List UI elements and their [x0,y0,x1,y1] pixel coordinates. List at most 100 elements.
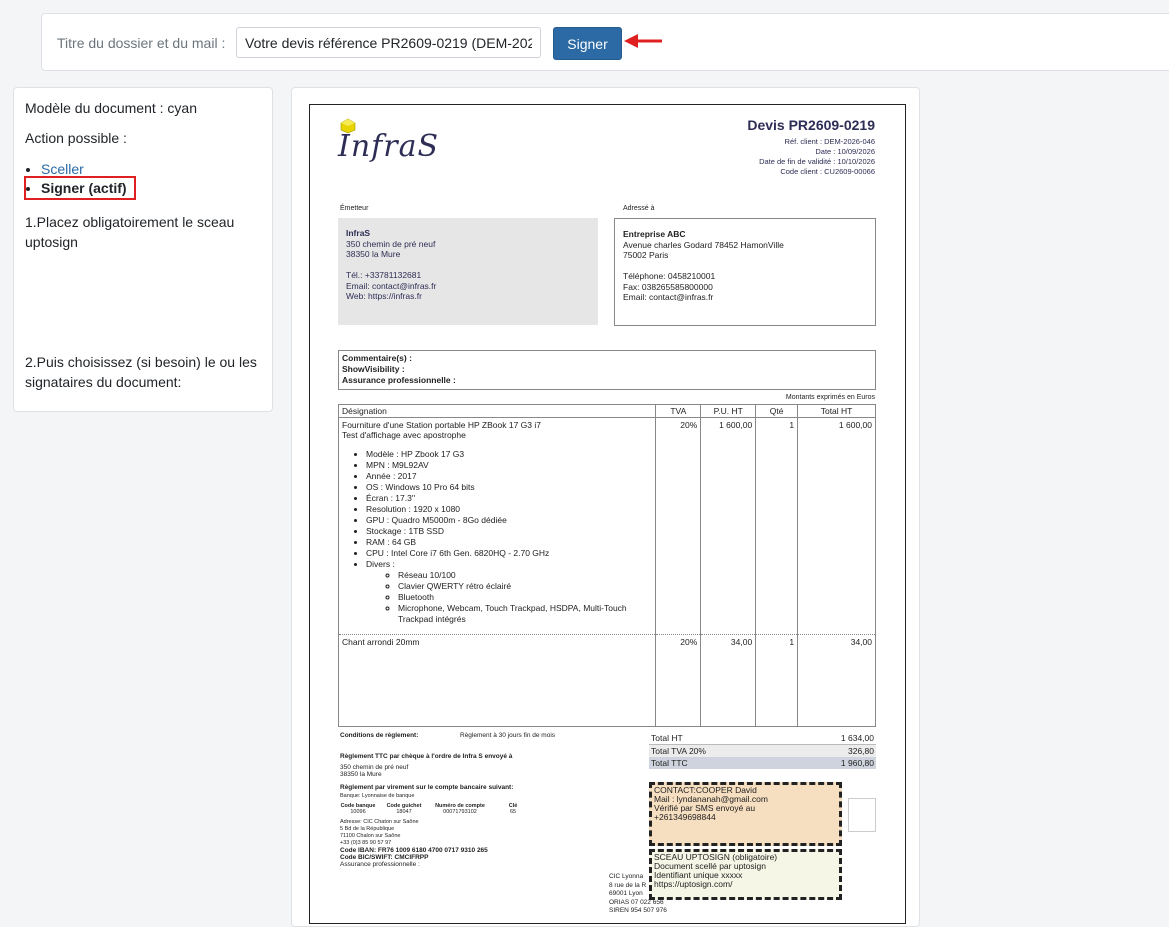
spec-divers: Divers : [366,559,395,569]
table-row: Fourniture d'une Station portable HP ZBo… [337,417,876,635]
action-label: Action possible : [25,130,127,146]
item1-unit-price: 1 600,00 [700,417,757,635]
recipient-label: Adressé à [623,205,655,212]
bank-address-line: 71100 Chalon sur Saône [340,833,401,839]
spec-item: CPU : Intel Core i7 6th Gen. 6820HQ - 2.… [366,548,652,559]
emitter-box: InfraS 350 chemin de pré neuf 38350 la M… [338,218,598,325]
spec-item: Année : 2017 [366,471,652,482]
emitter-line: Tél.: +33781132681 [346,270,422,280]
spec-list: Modèle : HP Zbook 17 G3 MPN : M9L92AV An… [342,449,652,625]
red-arrow-annotation-icon [624,34,662,48]
recipient-line: 75002 Paris [623,250,669,260]
recipient-name: Entreprise ABC [623,229,686,239]
total-row: Total HT 1 634,00 [649,732,876,745]
uptosign-seal-block[interactable]: SCEAU UPTOSIGN (obligatoire) Document sc… [649,849,842,900]
item1-tva: 20% [655,417,702,635]
step2-instruction: 2.Puis choisissez (si besoin) le ou les … [25,354,257,390]
recipient-line: Avenue charles Godard 78452 HamonVille [623,239,784,250]
total-value: 326,80 [848,746,874,756]
comment-line: Assurance professionnelle : [342,375,456,385]
cheque-instruction: Règlement TTC par chèque à l'ordre de In… [340,753,513,760]
action-panel: Modèle du document : cyan Action possibl… [13,87,273,412]
item2-qty: 1 [755,634,799,727]
recipient-line: Téléphone: 0458210001 [623,271,716,281]
bank-val: 18047 [396,809,412,815]
document-page[interactable]: InfraS Devis PR2609-0219 Réf. client : D… [309,104,906,924]
iban: Code IBAN: FR76 1009 6180 4700 0717 9310… [340,847,488,854]
quote-title: Devis PR2609-0219 [747,117,875,133]
bank-val: 00071793102 [443,809,477,815]
document-preview-panel: InfraS Devis PR2609-0219 Réf. client : D… [291,87,920,927]
table-row: Chant arrondi 20mm 20% 34,00 1 34,00 [337,634,876,727]
payment-block: Conditions de règlement: Règlement à 30 … [340,732,640,868]
title-label: Titre du dossier et du mail : [57,35,226,51]
item1-qty: 1 [755,417,799,635]
divers-list: Réseau 10/100 Clavier QWERTY rétro éclai… [366,570,652,625]
bank-address: Adresse: CIC Chaton sur Saône 5 Bd de la… [340,819,640,847]
validity-date: Date de fin de validité : 10/10/2026 [759,157,875,166]
item-title: Fourniture d'une Station portable HP ZBo… [342,420,541,430]
seal-link[interactable]: Sceller [41,161,84,177]
spec-item: OS : Windows 10 Pro 64 bits [366,482,652,493]
divers-item: Microphone, Webcam, Touch Trackpad, HSDP… [398,603,652,625]
total-label: Total TVA 20% [651,746,706,756]
col-header: P.U. HT [700,404,757,418]
highlight-box-annotation [24,176,136,200]
bank-val: 65 [509,809,517,815]
divers-item: Bluetooth [398,592,652,603]
bank-table: Code banque 10096 Code guichet 18047 Numér… [340,803,640,815]
bank-address-line: Adresse: CIC Chaton sur Saône [340,819,419,825]
recipient-line: Email: contact@infras.fr [623,292,714,302]
emitter-name: InfraS [346,228,371,238]
amounts-note: Montants exprimés en Euros [785,394,875,401]
item2-tva: 20% [655,634,702,727]
recipient-line: Fax: 038265585800000 [623,281,713,292]
transfer-instruction: Règlement par virement sur le compte ban… [340,784,514,791]
cheque-address: 38350 la Mure [340,771,382,778]
bank-address-line: 5 Bd de la République [340,826,395,832]
item1-description: Fourniture d'une Station portable HP ZBo… [337,417,657,635]
spec-item: RAM : 64 GB [366,537,652,548]
payment-conditions-label: Conditions de règlement: [340,732,419,739]
comments-box: Commentaire(s) : ShowVisibility : Assura… [338,350,876,390]
bank-name: Banque: Lyonnaise de banque [340,793,415,799]
step1-instruction: 1.Placez obligatoirement le sceau uptosi… [25,214,235,250]
signature-area-box [848,798,876,832]
item2-unit-price: 34,00 [700,634,757,727]
signer-contact-block[interactable]: CONTACT:COOPER David Mail : lyndananah@g… [649,782,842,846]
recipient-box: Entreprise ABC Avenue charles Godard 784… [614,218,876,326]
client-code: Code client : CU2609-00066 [780,167,875,176]
title-toolbar: Titre du dossier et du mail : Signer [41,13,1169,71]
divers-item: Clavier QWERTY rétro éclairé [398,581,652,592]
cheque-address: 350 chemin de pré neuf [340,764,409,771]
emitter-label: Émetteur [340,205,369,212]
emitter-line: Email: contact@infras.fr [346,280,437,291]
totals-table: Total HT 1 634,00 Total TVA 20% 326,80 Tot… [649,732,876,769]
total-label: Total HT [651,733,683,743]
comment-line: Commentaire(s) : [342,353,412,363]
total-value: 1 960,80 [840,758,874,768]
company-logo: InfraS [338,129,440,164]
quote-date: Date : 10/09/2026 [815,147,875,156]
bank-address-line: +33 (0)3 85 90 57 97 [340,840,392,846]
document-model: Modèle du document : cyan [25,100,197,116]
bank-val: 10096 [350,809,366,815]
folder-title-input[interactable] [236,27,541,58]
item-subtitle: Test d'affichage avec apostrophe [342,430,466,440]
total-value: 1 634,00 [840,733,874,743]
footer-line: SIREN 954 507 976 [609,907,667,914]
seal-url: https://uptosign.com/ [654,879,733,889]
col-header: Total HT [797,404,876,418]
comment-line: ShowVisibility : [342,364,405,374]
emitter-line: 38350 la Mure [346,249,401,259]
signer-phone: +261349698844 [654,812,716,822]
col-header: Désignation [337,404,657,418]
spec-item: Stockage : 1TB SSD [366,526,652,537]
total-row: Total TVA 20% 326,80 [649,744,876,757]
spec-item: Resolution : 1920 x 1080 [366,504,652,515]
item2-total: 34,00 [797,634,876,727]
item2-description: Chant arrondi 20mm [337,634,657,727]
client-ref: Réf. client : DEM-2026-046 [784,137,875,146]
spec-item: MPN : M9L92AV [366,460,652,471]
sign-button[interactable]: Signer [553,27,622,60]
